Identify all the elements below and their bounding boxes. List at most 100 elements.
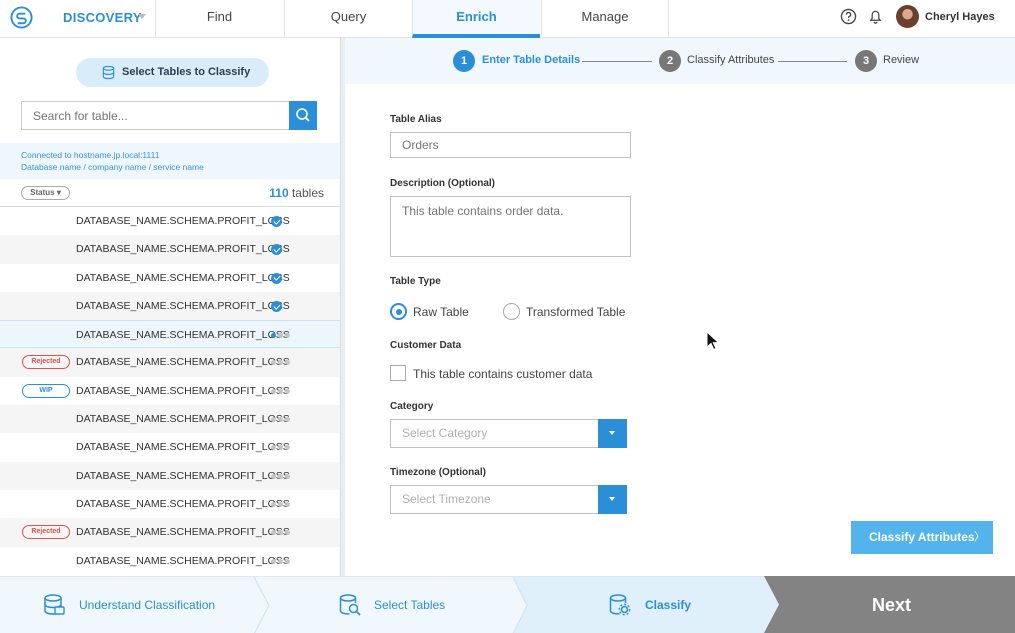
table-row-name: DATABASE_NAME.SCHEMA.PROFIT_LOSS bbox=[76, 384, 290, 397]
table-list: DATABASE_NAME.SCHEMA.PROFIT_LOSS DATABASE… bbox=[0, 206, 340, 575]
database-icon bbox=[44, 594, 65, 615]
rejected-badge: Rejected bbox=[22, 525, 70, 540]
table-row-name: DATABASE_NAME.SCHEMA.PROFIT_LOSS bbox=[76, 441, 290, 454]
timezone-select-value: Select Timezone bbox=[402, 492, 491, 506]
table-type-label: Table Type bbox=[390, 276, 441, 287]
timezone-label: Timezone (Optional) bbox=[390, 467, 486, 478]
table-row-name: DATABASE_NAME.SCHEMA.PROFIT_LOSS bbox=[76, 243, 290, 256]
table-row[interactable]: DATABASE_NAME.SCHEMA.PROFIT_LOSS bbox=[0, 405, 340, 434]
next-button-label: Next bbox=[872, 595, 912, 615]
caret-down-icon[interactable] bbox=[138, 14, 146, 19]
table-row-name: DATABASE_NAME.SCHEMA.PROFIT_LOSS bbox=[76, 271, 290, 284]
database-search-icon bbox=[339, 594, 361, 616]
step-indicator: 1 Enter Table Details 2 Classify Attribu… bbox=[345, 38, 1015, 84]
step-1-number: 1 bbox=[453, 50, 475, 72]
workflow-step-understand[interactable]: Understand Classification bbox=[79, 577, 215, 633]
table-alias-input[interactable] bbox=[390, 132, 631, 158]
table-row-name: DATABASE_NAME.SCHEMA.PROFIT_LOSS bbox=[76, 554, 290, 567]
table-row[interactable]: DATABASE_NAME.SCHEMA.PROFIT_LOSS bbox=[0, 547, 340, 575]
customer-data-label: Customer Data bbox=[390, 340, 462, 351]
table-row-name: DATABASE_NAME.SCHEMA.PROFIT_LOSS bbox=[76, 497, 290, 510]
step-2-label: Classify Attributes bbox=[687, 54, 775, 66]
table-row[interactable]: Rejected DATABASE_NAME.SCHEMA.PROFIT_LOSS bbox=[0, 518, 340, 547]
wip-badge: WIP bbox=[22, 383, 70, 398]
description-label: Description (Optional) bbox=[390, 178, 495, 189]
timezone-select[interactable]: Select Timezone bbox=[390, 485, 627, 514]
step-2-number: 2 bbox=[659, 50, 681, 72]
select-tables-button[interactable]: Select Tables to Classify bbox=[76, 58, 269, 87]
user-name[interactable]: Cheryl Hayes bbox=[925, 11, 995, 23]
table-row[interactable]: DATABASE_NAME.SCHEMA.PROFIT_LOSS bbox=[0, 207, 340, 235]
table-row-name: DATABASE_NAME.SCHEMA.PROFIT_LOSS bbox=[76, 356, 290, 369]
rejected-badge: Rejected bbox=[22, 355, 70, 370]
next-button[interactable]: Next bbox=[764, 576, 1015, 633]
step-connector bbox=[582, 61, 652, 62]
table-row-name: DATABASE_NAME.SCHEMA.PROFIT_LOSS bbox=[76, 526, 290, 539]
chevron-down-icon[interactable] bbox=[598, 485, 627, 514]
table-row-name: DATABASE_NAME.SCHEMA.PROFIT_LOSS bbox=[76, 469, 290, 482]
step-connector bbox=[778, 61, 847, 62]
workflow-step-select-tables[interactable]: Select Tables bbox=[374, 577, 445, 633]
table-selection-panel: Select Tables to Classify Connected to h… bbox=[0, 38, 340, 576]
table-row[interactable]: DATABASE_NAME.SCHEMA.PROFIT_LOSS bbox=[0, 490, 340, 518]
step-3-label: Review bbox=[883, 54, 920, 66]
connection-path: Database name / company name / service n… bbox=[21, 162, 204, 172]
user-avatar[interactable] bbox=[896, 5, 919, 28]
check-circle-icon bbox=[271, 216, 282, 227]
discovery-logo-icon[interactable] bbox=[10, 6, 33, 29]
customer-data-checkbox-label[interactable]: This table contains customer data bbox=[413, 367, 592, 381]
help-icon[interactable] bbox=[840, 8, 857, 25]
search-button[interactable] bbox=[289, 101, 317, 130]
chevron-down-icon[interactable] bbox=[598, 419, 627, 448]
database-icon bbox=[102, 65, 115, 80]
table-row-name: DATABASE_NAME.SCHEMA.PROFIT_LOSS bbox=[76, 215, 290, 227]
transformed-table-radio[interactable] bbox=[503, 303, 520, 320]
table-row[interactable]: DATABASE_NAME.SCHEMA.PROFIT_LOSS bbox=[0, 433, 340, 461]
table-row-name: DATABASE_NAME.SCHEMA.PROFIT_LOSS bbox=[76, 299, 290, 312]
connection-host: Connected to hostname.jp.local:1111 bbox=[21, 150, 160, 160]
tab-query[interactable]: Query bbox=[284, 0, 412, 38]
top-navigation: DISCOVERY Find Query Enrich Manage Chery… bbox=[0, 0, 1015, 38]
mouse-cursor-icon bbox=[706, 331, 720, 351]
classify-attributes-label: Classify Attributes bbox=[869, 530, 975, 544]
table-row[interactable]: DATABASE_NAME.SCHEMA.PROFIT_LOSS bbox=[0, 291, 340, 321]
check-circle-icon bbox=[271, 272, 282, 284]
table-row[interactable]: WIP DATABASE_NAME.SCHEMA.PROFIT_LOSS bbox=[0, 377, 340, 405]
table-count-label: tables bbox=[291, 186, 324, 200]
table-row[interactable]: DATABASE_NAME.SCHEMA.PROFIT_LOSS bbox=[0, 264, 340, 292]
table-search-input[interactable] bbox=[21, 101, 289, 130]
table-row-name: DATABASE_NAME.SCHEMA.PROFIT_LOSS bbox=[76, 413, 290, 426]
table-alias-label: Table Alias bbox=[390, 114, 442, 125]
database-gear-icon bbox=[609, 594, 631, 616]
table-row[interactable]: DATABASE_NAME.SCHEMA.PROFIT_LOSS bbox=[0, 235, 340, 264]
bell-icon[interactable] bbox=[867, 8, 884, 25]
transformed-table-option-label[interactable]: Transformed Table bbox=[526, 305, 625, 319]
category-label: Category bbox=[390, 401, 434, 412]
connection-info: Connected to hostname.jp.local:1111 Data… bbox=[0, 143, 340, 179]
brand-menu[interactable]: DISCOVERY bbox=[63, 10, 142, 25]
tab-enrich[interactable]: Enrich bbox=[412, 0, 540, 38]
select-tables-label: Select Tables to Classify bbox=[122, 66, 251, 78]
table-row[interactable]: DATABASE_NAME.SCHEMA.PROFIT_LOSS bbox=[0, 461, 340, 490]
tab-manage[interactable]: Manage bbox=[541, 0, 669, 38]
chevron-right-icon: 〉 bbox=[974, 531, 985, 543]
classify-attributes-button[interactable]: Classify Attributes 〉 bbox=[851, 521, 993, 554]
raw-table-radio[interactable] bbox=[390, 303, 407, 320]
table-count-number: 110 bbox=[269, 186, 289, 200]
workflow-step-classify[interactable]: Classify bbox=[645, 577, 691, 633]
category-select[interactable]: Select Category bbox=[390, 419, 627, 448]
table-row-name: DATABASE_NAME.SCHEMA.PROFIT_LOSS bbox=[76, 329, 290, 342]
step-1-label: Enter Table Details bbox=[482, 54, 581, 66]
category-select-value: Select Category bbox=[402, 426, 488, 440]
tab-find[interactable]: Find bbox=[155, 0, 283, 38]
description-textarea[interactable] bbox=[390, 196, 631, 257]
table-row[interactable]: DATABASE_NAME.SCHEMA.PROFIT_LOSS bbox=[0, 320, 340, 349]
table-count: 110 tables bbox=[269, 186, 324, 200]
customer-data-checkbox[interactable] bbox=[390, 365, 406, 381]
table-row[interactable]: Rejected DATABASE_NAME.SCHEMA.PROFIT_LOSS bbox=[0, 348, 340, 377]
raw-table-option-label[interactable]: Raw Table bbox=[413, 305, 469, 319]
check-circle-icon bbox=[271, 300, 282, 312]
panel-divider[interactable] bbox=[340, 38, 345, 576]
status-filter[interactable]: Status ▾ bbox=[21, 186, 70, 200]
search-icon bbox=[296, 108, 310, 122]
